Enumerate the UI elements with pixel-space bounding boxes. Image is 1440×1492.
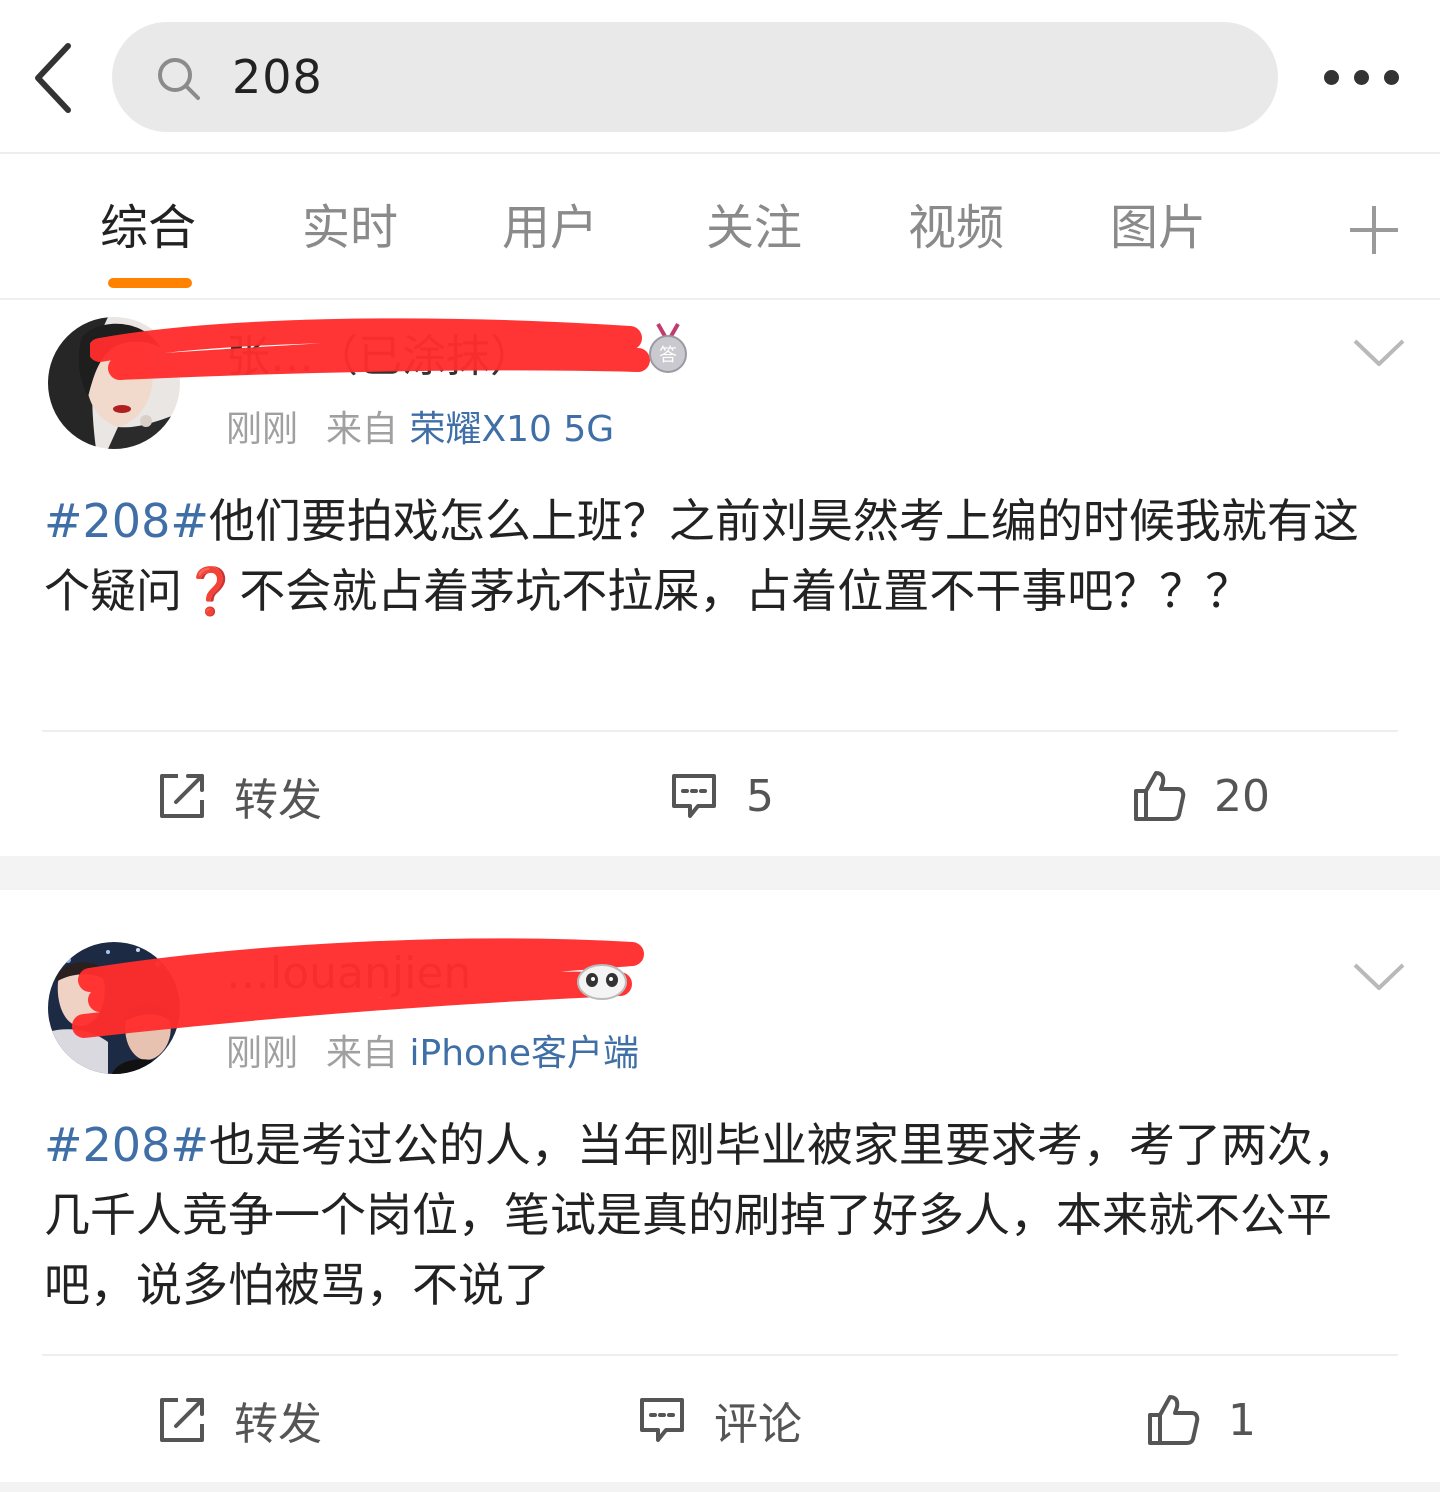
avatar[interactable] — [48, 942, 180, 1074]
post-source[interactable]: 荣耀X10 5G — [409, 409, 614, 450]
back-button[interactable] — [28, 40, 84, 116]
comment-icon — [640, 1398, 684, 1442]
post-meta: 刚刚 来自 iPhone客户端 — [226, 1024, 639, 1076]
username[interactable]: 张…（已涂抹） — [226, 320, 534, 384]
svg-text:答: 答 — [659, 345, 677, 366]
comment-label: 评论 — [714, 1399, 802, 1450]
search-input[interactable]: 208 — [112, 22, 1278, 132]
post-body: 他们要拍戏怎么上班？之前刘昊然考上编的时候我就有这个疑问❓不会就占着茅坑不拉屎，… — [44, 494, 1359, 618]
repost-label: 转发 — [234, 775, 322, 826]
post-meta: 刚刚 来自 荣耀X10 5G — [226, 400, 614, 452]
panda-icon — [577, 964, 627, 1000]
tab-bar: 综合 实时 用户 关注 视频 图片 — [0, 154, 1440, 300]
medal-icon: 答 — [649, 323, 687, 373]
source-prefix: 来自 — [326, 409, 399, 450]
more-icon — [1324, 70, 1339, 85]
repost-icon — [160, 774, 204, 818]
post-time: 刚刚 — [226, 409, 299, 450]
tab-realtime[interactable]: 实时 — [302, 196, 398, 260]
comment-count: 5 — [746, 770, 774, 822]
search-icon — [158, 58, 200, 100]
card-separator — [0, 856, 1440, 890]
tab-comprehensive[interactable]: 综合 — [100, 196, 196, 260]
like-count: 1 — [1228, 1394, 1256, 1446]
post-source[interactable]: iPhone客户端 — [409, 1033, 639, 1074]
like-icon — [1148, 1395, 1200, 1445]
avatar[interactable] — [48, 317, 180, 449]
plus-icon[interactable] — [1346, 202, 1402, 258]
comment-icon — [672, 774, 716, 818]
hashtag-link[interactable]: #208# — [44, 494, 209, 548]
repost-icon — [160, 1398, 204, 1442]
chevron-down-icon[interactable] — [1352, 338, 1406, 368]
post-time: 刚刚 — [226, 1033, 299, 1074]
source-prefix: 来自 — [326, 1033, 399, 1074]
divider — [42, 1354, 1398, 1356]
tab-video[interactable]: 视频 — [908, 196, 1004, 260]
post-text: #208#他们要拍戏怎么上班？之前刘昊然考上编的时候我就有这个疑问❓不会就占着茅… — [44, 486, 1404, 626]
like-button[interactable]: 1 — [1146, 1390, 1256, 1450]
like-icon — [1134, 771, 1186, 821]
repost-label: 转发 — [234, 1399, 322, 1450]
username[interactable]: …louanjien — [226, 948, 471, 999]
hashtag-link[interactable]: #208# — [44, 1118, 209, 1172]
repost-button[interactable]: 转发 — [156, 766, 322, 826]
post-body: 也是考过公的人，当年刚毕业被家里要求考，考了两次，几千人竞争一个岗位，笔试是真的… — [44, 1118, 1359, 1312]
post-text: #208#也是考过公的人，当年刚毕业被家里要求考，考了两次，几千人竞争一个岗位，… — [44, 1110, 1404, 1320]
back-icon — [35, 43, 71, 113]
search-query: 208 — [232, 50, 323, 104]
tab-users[interactable]: 用户 — [502, 196, 598, 260]
like-button[interactable]: 20 — [1132, 766, 1270, 826]
like-count: 20 — [1214, 770, 1270, 822]
tab-following[interactable]: 关注 — [706, 196, 802, 260]
post-card: …louanjien 刚刚 来自 iPhone客户端 #208#也是考过公的人，当… — [0, 890, 1440, 1482]
top-bar: 208 — [0, 0, 1440, 154]
tab-images[interactable]: 图片 — [1110, 196, 1206, 260]
card-separator — [0, 1482, 1440, 1492]
comment-button[interactable]: 5 — [668, 766, 774, 826]
divider — [42, 730, 1398, 732]
post-card: 张…（已涂抹） 答 刚刚 来自 荣耀X10 5G #208#他们要拍戏怎么上班？之… — [0, 300, 1440, 856]
repost-button[interactable]: 转发 — [156, 1390, 322, 1450]
comment-button[interactable]: 评论 — [636, 1390, 802, 1450]
chevron-down-icon[interactable] — [1352, 962, 1406, 992]
more-button[interactable] — [1316, 58, 1406, 98]
active-tab-indicator — [108, 278, 192, 288]
